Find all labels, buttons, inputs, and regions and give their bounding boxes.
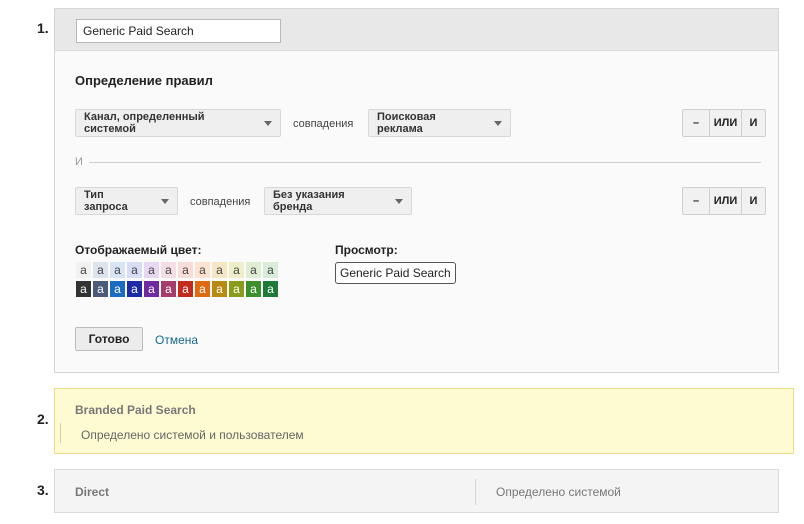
and-separator-line <box>89 162 761 163</box>
rule-2-or-button[interactable]: ИЛИ <box>709 188 741 214</box>
rule-1-dimension-dropdown[interactable]: Канал, определенный системой <box>75 109 281 137</box>
dark-swatch-1[interactable]: a <box>76 281 91 297</box>
rule-1-and-button[interactable]: И <box>741 110 765 136</box>
light-swatch-5[interactable]: a <box>144 262 159 278</box>
preview-box: Generic Paid Search <box>335 262 456 284</box>
rule-1-dimension-label: Канал, определенный системой <box>84 111 205 135</box>
group-2-divider <box>60 423 61 443</box>
group-3-description: Определено системой <box>496 485 621 499</box>
display-color-title: Отображаемый цвет: <box>75 243 202 257</box>
group-3-divider <box>475 479 476 505</box>
rule-2-match-text: совпадения <box>190 196 251 208</box>
group-2-description: Определено системой и пользователем <box>81 428 304 442</box>
group-number-2: 2. <box>37 411 49 427</box>
rule-2-value-dropdown[interactable]: Без указания бренда <box>264 187 412 215</box>
dark-swatch-10[interactable]: a <box>229 281 244 297</box>
rule-2-value-label: Без указания бренда <box>273 189 345 213</box>
group-name-header <box>55 9 778 51</box>
group-number-3: 3. <box>37 482 49 498</box>
chevron-down-icon <box>494 120 502 126</box>
light-swatch-4[interactable]: a <box>127 262 142 278</box>
group-name-input[interactable] <box>76 19 281 43</box>
rule-1-or-button[interactable]: ИЛИ <box>709 110 741 136</box>
dark-swatch-3[interactable]: a <box>110 281 125 297</box>
rule-1-value-dropdown[interactable]: Поисковая реклама <box>368 109 511 137</box>
rules-title: Определение правил <box>75 73 213 88</box>
light-swatch-7[interactable]: a <box>178 262 193 278</box>
dark-swatch-2[interactable]: a <box>93 281 108 297</box>
color-swatches-light: aaaaaaaaaaaa <box>76 262 278 278</box>
rule-1-value-label: Поисковая реклама <box>377 111 436 135</box>
light-swatch-2[interactable]: a <box>93 262 108 278</box>
rule-2-dimension-label: Тип запроса <box>84 189 128 213</box>
dark-swatch-4[interactable]: a <box>127 281 142 297</box>
rule-1-remove-button[interactable]: – <box>683 110 709 136</box>
channel-group-row-3[interactable]: Direct Определено системой <box>54 469 779 513</box>
light-swatch-6[interactable]: a <box>161 262 176 278</box>
light-swatch-11[interactable]: a <box>246 262 261 278</box>
chevron-down-icon <box>395 198 403 204</box>
light-swatch-10[interactable]: a <box>229 262 244 278</box>
group-2-title: Branded Paid Search <box>75 403 196 417</box>
light-swatch-12[interactable]: a <box>263 262 278 278</box>
channel-group-row-2[interactable]: Branded Paid Search Определено системой … <box>54 388 794 454</box>
rule-2-and-button[interactable]: И <box>741 188 765 214</box>
dark-swatch-6[interactable]: a <box>161 281 176 297</box>
rule-1-actions: – ИЛИ И <box>682 109 766 137</box>
dark-swatch-12[interactable]: a <box>263 281 278 297</box>
light-swatch-3[interactable]: a <box>110 262 125 278</box>
dark-swatch-11[interactable]: a <box>246 281 261 297</box>
dark-swatch-8[interactable]: a <box>195 281 210 297</box>
rule-1-match-text: совпадения <box>293 118 354 130</box>
group-3-title: Direct <box>75 485 110 499</box>
cancel-link[interactable]: Отмена <box>155 333 198 347</box>
dark-swatch-5[interactable]: a <box>144 281 159 297</box>
done-button[interactable]: Готово <box>75 327 143 351</box>
color-swatches-dark: aaaaaaaaaaaa <box>76 281 278 297</box>
preview-title: Просмотр: <box>335 243 398 257</box>
rule-2-actions: – ИЛИ И <box>682 187 766 215</box>
channel-group-editor: Определение правил Канал, определенный с… <box>54 8 779 373</box>
light-swatch-9[interactable]: a <box>212 262 227 278</box>
light-swatch-8[interactable]: a <box>195 262 210 278</box>
dark-swatch-7[interactable]: a <box>178 281 193 297</box>
dark-swatch-9[interactable]: a <box>212 281 227 297</box>
light-swatch-1[interactable]: a <box>76 262 91 278</box>
rule-2-dimension-dropdown[interactable]: Тип запроса <box>75 187 178 215</box>
and-separator-label: И <box>75 156 83 168</box>
rule-2-remove-button[interactable]: – <box>683 188 709 214</box>
chevron-down-icon <box>161 198 169 204</box>
chevron-down-icon <box>264 120 272 126</box>
group-number-1: 1. <box>37 20 49 36</box>
